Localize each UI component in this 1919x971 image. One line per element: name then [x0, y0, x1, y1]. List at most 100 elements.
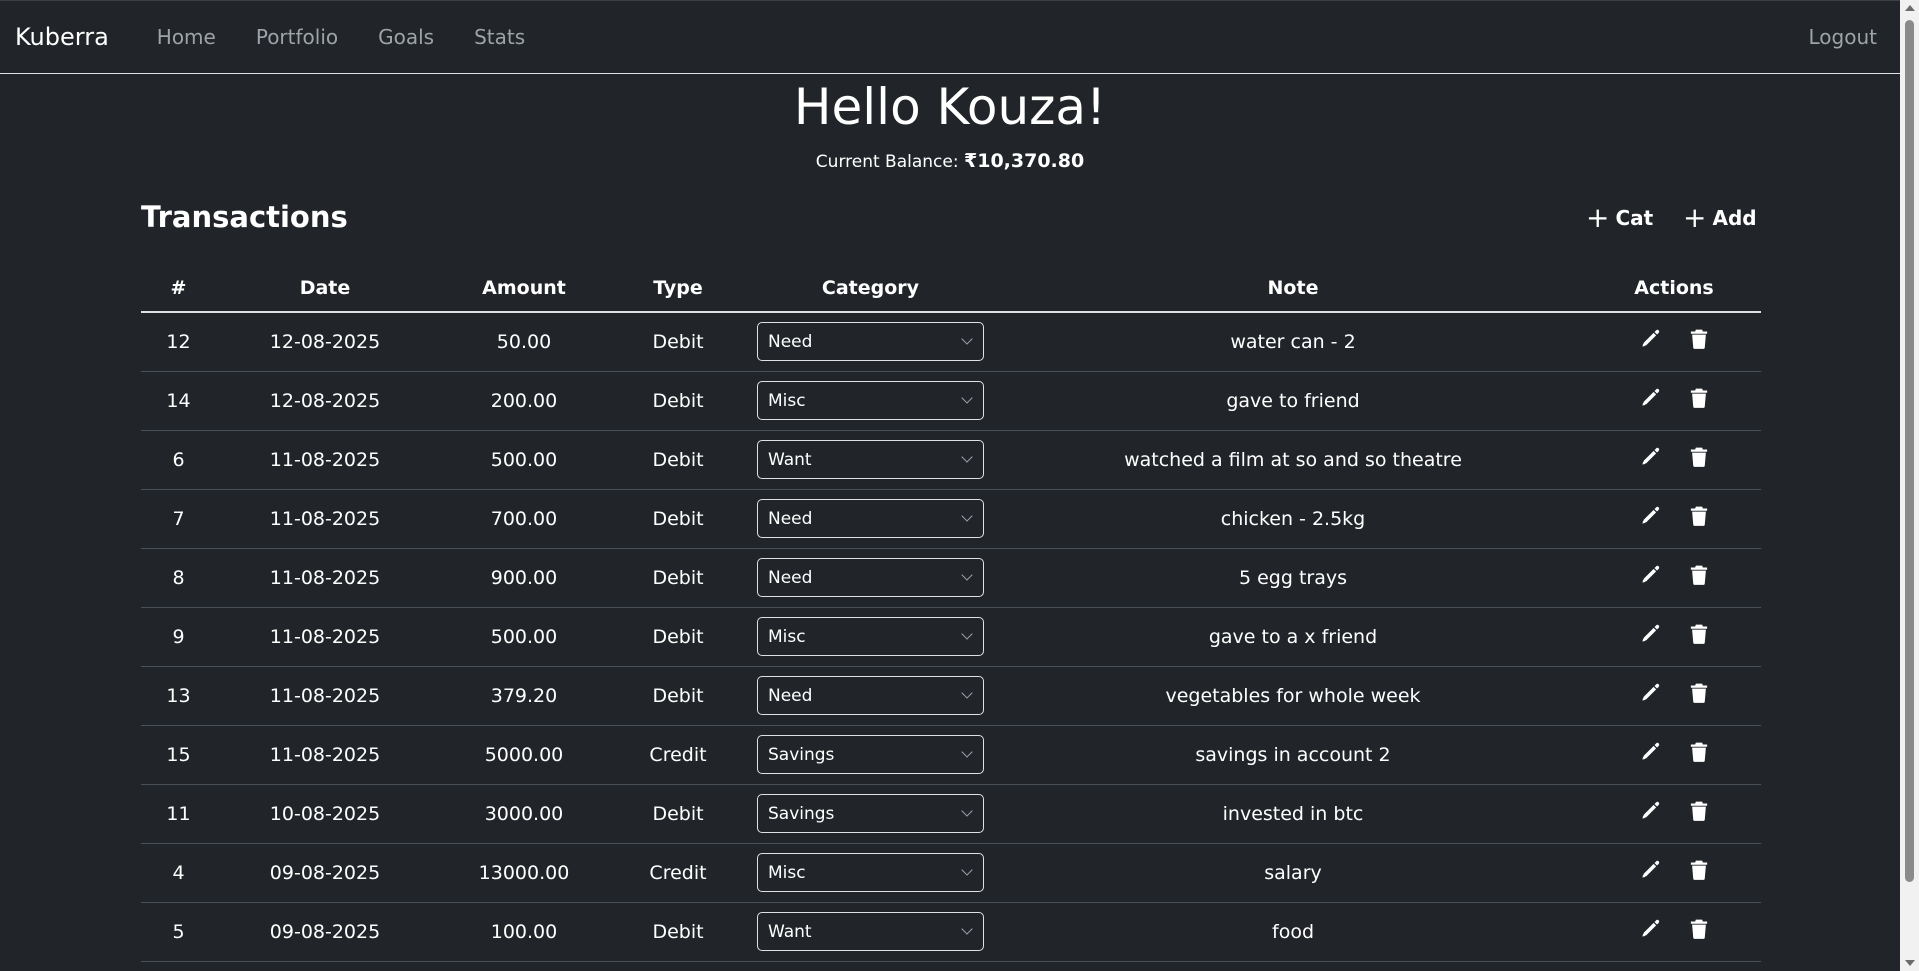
add-category-label: Cat — [1615, 206, 1654, 230]
table-row: 6 11-08-2025 500.00 Debit Want watched a… — [141, 430, 1761, 490]
edit-button[interactable] — [1640, 742, 1660, 767]
category-select[interactable]: Savings — [757, 794, 984, 833]
scroll-up-arrow[interactable] — [1905, 5, 1915, 11]
category-select-value: Need — [768, 331, 813, 352]
chevron-down-icon — [961, 569, 973, 581]
cell-amount: 100.00 — [434, 902, 614, 962]
delete-button[interactable] — [1690, 860, 1708, 885]
chevron-down-icon — [961, 451, 973, 463]
pencil-icon — [1642, 919, 1660, 937]
chevron-down-icon — [961, 510, 973, 522]
delete-button[interactable] — [1690, 919, 1708, 944]
category-select[interactable]: Misc — [757, 853, 984, 892]
cell-category: Misc — [742, 371, 999, 431]
cell-id: 13 — [141, 666, 216, 726]
cell-id: 14 — [141, 371, 216, 431]
add-category-button[interactable]: + Cat — [1586, 201, 1654, 234]
edit-button[interactable] — [1640, 447, 1660, 472]
add-transaction-label: Add — [1712, 206, 1757, 230]
cell-amount: 50.00 — [434, 312, 614, 372]
trash-icon — [1690, 624, 1708, 644]
category-select[interactable]: Misc — [757, 617, 984, 656]
table-row: 15 11-08-2025 5000.00 Credit Savings sav… — [141, 725, 1761, 785]
table-row: 5 09-08-2025 100.00 Debit Want food — [141, 902, 1761, 962]
chevron-down-icon — [961, 628, 973, 640]
delete-button[interactable] — [1690, 565, 1708, 590]
edit-button[interactable] — [1640, 329, 1660, 354]
cell-category: Misc — [742, 843, 999, 903]
edit-button[interactable] — [1640, 683, 1660, 708]
category-select[interactable]: Need — [757, 676, 984, 715]
category-select[interactable]: Need — [757, 322, 984, 362]
cell-amount: 700.00 — [434, 489, 614, 549]
category-select-value: Want — [768, 921, 812, 942]
logout-link[interactable]: Logout — [1809, 25, 1877, 49]
cell-id: 15 — [141, 725, 216, 785]
transactions-title: Transactions — [141, 200, 348, 234]
category-select[interactable]: Savings — [757, 735, 984, 774]
trash-icon — [1690, 742, 1708, 762]
edit-button[interactable] — [1640, 801, 1660, 826]
nav-link-portfolio[interactable]: Portfolio — [256, 25, 338, 49]
nav-link-stats[interactable]: Stats — [474, 25, 525, 49]
greeting-heading: Hello Kouza! — [793, 78, 1107, 136]
delete-button[interactable] — [1690, 506, 1708, 531]
edit-button[interactable] — [1640, 565, 1660, 590]
edit-button[interactable] — [1640, 919, 1660, 944]
delete-button[interactable] — [1690, 742, 1708, 767]
delete-button[interactable] — [1690, 447, 1708, 472]
trash-icon — [1690, 860, 1708, 880]
trash-icon — [1690, 801, 1708, 821]
add-transaction-button[interactable]: + Add — [1683, 201, 1757, 234]
category-select-value: Savings — [768, 803, 835, 824]
cell-date: 11-08-2025 — [216, 607, 434, 667]
nav-link-goals[interactable]: Goals — [378, 25, 434, 49]
chevron-down-icon — [961, 687, 973, 699]
cell-actions — [1587, 312, 1761, 372]
cell-actions — [1587, 843, 1761, 903]
cell-amount: 900.00 — [434, 548, 614, 608]
cell-date: 11-08-2025 — [216, 489, 434, 549]
category-select[interactable]: Want — [757, 440, 984, 479]
page-scrollbar[interactable] — [1900, 0, 1919, 971]
delete-button[interactable] — [1690, 624, 1708, 649]
column-header-id: # — [141, 264, 216, 313]
delete-button[interactable] — [1690, 388, 1708, 413]
cell-actions — [1587, 784, 1761, 844]
cell-date: 09-08-2025 — [216, 843, 434, 903]
column-header-amount: Amount — [434, 264, 614, 313]
cell-amount: 379.20 — [434, 666, 614, 726]
table-row: 7 11-08-2025 700.00 Debit Need chicken -… — [141, 489, 1761, 549]
scroll-thumb[interactable] — [1905, 20, 1914, 882]
category-select[interactable]: Need — [757, 499, 984, 538]
edit-button[interactable] — [1640, 506, 1660, 531]
plus-icon: + — [1683, 201, 1707, 234]
category-select-value: Misc — [768, 390, 806, 411]
edit-button[interactable] — [1640, 624, 1660, 649]
delete-button[interactable] — [1690, 329, 1708, 354]
cell-amount: 3000.00 — [434, 784, 614, 844]
transactions-body: 12 12-08-2025 50.00 Debit Need water can… — [141, 312, 1761, 962]
cell-category: Want — [742, 430, 999, 490]
cell-note: chicken - 2.5kg — [999, 489, 1587, 549]
cell-amount: 500.00 — [434, 607, 614, 667]
scroll-down-arrow[interactable] — [1905, 960, 1915, 966]
brand-logo[interactable]: Kuberra — [15, 23, 109, 51]
category-select[interactable]: Want — [757, 912, 984, 951]
cell-date: 11-08-2025 — [216, 430, 434, 490]
pencil-icon — [1642, 683, 1660, 701]
category-select[interactable]: Need — [757, 558, 984, 597]
plus-icon: + — [1586, 201, 1610, 234]
trash-icon — [1690, 388, 1708, 408]
delete-button[interactable] — [1690, 801, 1708, 826]
cell-date: 12-08-2025 — [216, 371, 434, 431]
nav-link-home[interactable]: Home — [157, 25, 216, 49]
edit-button[interactable] — [1640, 388, 1660, 413]
cell-id: 4 — [141, 843, 216, 903]
pencil-icon — [1642, 388, 1660, 406]
pencil-icon — [1642, 624, 1660, 642]
category-select[interactable]: Misc — [757, 381, 984, 420]
cell-amount: 5000.00 — [434, 725, 614, 785]
delete-button[interactable] — [1690, 683, 1708, 708]
edit-button[interactable] — [1640, 860, 1660, 885]
